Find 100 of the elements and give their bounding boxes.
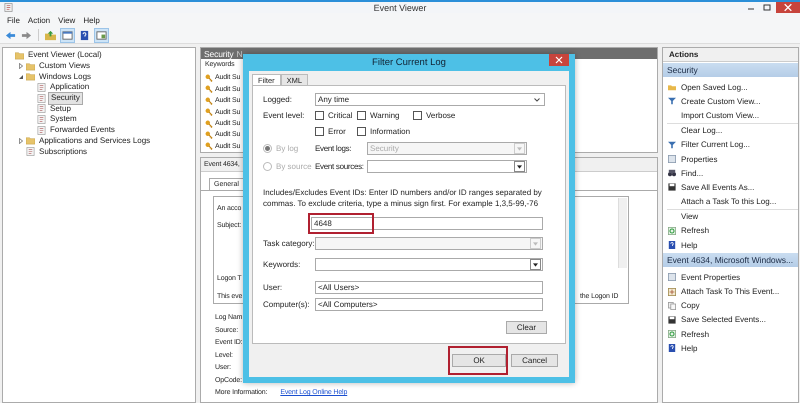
ok-button[interactable]: OK	[452, 354, 506, 367]
cancel-button[interactable]: Cancel	[511, 354, 558, 367]
clear-button[interactable]: Clear	[506, 321, 547, 334]
command-link[interactable]: Refresh	[681, 226, 710, 236]
chevron-icon	[534, 98, 540, 102]
command-link[interactable]: Refresh	[681, 330, 710, 339]
panel-icon[interactable]	[60, 28, 75, 42]
command-link[interactable]: Help	[681, 344, 698, 353]
folder-icon	[26, 136, 35, 146]
dropdown-arrow-icon	[517, 164, 522, 168]
user-field[interactable]: <All Users>	[315, 281, 543, 294]
tree-item[interactable]: Setup	[48, 104, 73, 114]
checkbox[interactable]: Verbose	[413, 111, 463, 120]
command-link[interactable]: View	[681, 212, 698, 222]
tree-item[interactable]: Applications and Services Logs	[37, 136, 152, 146]
command-link[interactable]: Clear Log...	[681, 126, 722, 136]
checkbox[interactable]: Information	[357, 127, 413, 136]
scrollbar[interactable]	[618, 198, 627, 268]
tree-item[interactable]: Forwarded Events	[48, 125, 117, 136]
command-link[interactable]: Import Custom View...	[681, 110, 760, 120]
command-link[interactable]: Filter Current Log...	[681, 140, 750, 150]
command-link[interactable]: Create Custom View...	[681, 96, 760, 106]
checkbox[interactable]: Critical	[315, 111, 357, 120]
help-icon[interactable]	[78, 28, 91, 42]
folder-icon	[668, 83, 676, 92]
field-label: Logged:	[263, 95, 293, 104]
field-label: Event sources:	[315, 162, 365, 171]
tree-item[interactable]: System	[48, 114, 79, 124]
help-icon	[668, 241, 676, 250]
section-header[interactable]: Security	[663, 63, 798, 77]
command-link[interactable]: Event Properties	[681, 272, 740, 282]
command-link[interactable]: Save All Events As...	[681, 182, 754, 192]
key-icon	[205, 74, 213, 82]
log-icon	[37, 114, 46, 124]
dropdown[interactable]	[315, 258, 543, 271]
checkbox[interactable]: Error	[315, 127, 357, 136]
event-id-field[interactable]: 4648	[311, 217, 543, 230]
tree-item[interactable]: Event Viewer (Local)	[26, 50, 104, 60]
dropdown-arrow-icon	[533, 242, 538, 246]
pane-header: Actions	[663, 48, 798, 62]
tree-item[interactable]: Security	[48, 92, 83, 105]
tree-item[interactable]: Application	[48, 82, 92, 92]
binoculars-icon	[668, 169, 676, 178]
properties-icon	[668, 273, 676, 282]
command-link[interactable]: Find...	[681, 168, 704, 178]
menu-item[interactable]: View	[58, 16, 76, 24]
expanded-arrow-icon[interactable]	[18, 74, 24, 80]
folder-up-icon[interactable]	[44, 28, 57, 42]
log-icon	[37, 104, 46, 114]
key-icon	[205, 108, 213, 116]
command-link[interactable]: Help	[681, 240, 698, 250]
pane-title: Security	[204, 48, 234, 59]
key-icon	[205, 96, 213, 105]
field-label: Event level:	[263, 111, 306, 120]
log-icon	[37, 82, 46, 92]
menu-item[interactable]: Help	[83, 16, 100, 24]
tree-item[interactable]: Subscriptions	[37, 146, 90, 157]
command-link[interactable]: Open Saved Log...	[681, 82, 748, 92]
filter-icon	[668, 140, 676, 149]
key-icon	[205, 85, 213, 94]
command-link[interactable]: Save Selected Events...	[681, 315, 766, 324]
section-header[interactable]: Event 4634, Microsoft Windows...	[663, 253, 798, 268]
instruction-text: Includes/Excludes Event IDs: Enter ID numbers and/or ID ranges separated by commas. To exclude criteria, type a minus sign first. For example 1,3,5-99,-76	[263, 187, 543, 209]
field-label: Task category:	[263, 239, 315, 248]
refresh-icon	[668, 226, 676, 235]
task-icon	[668, 288, 676, 296]
dropdown[interactable]: Any time	[315, 93, 545, 106]
log-icon	[37, 94, 46, 103]
log-icon	[26, 147, 35, 156]
checkbox[interactable]: Warning	[357, 111, 413, 120]
key-icon	[205, 130, 213, 139]
computer-field[interactable]: <All Computers>	[315, 298, 543, 311]
dialog-title: Filter Current Log	[372, 57, 446, 68]
tree-item[interactable]: Custom Views	[37, 61, 92, 72]
menu-item[interactable]: File	[7, 16, 20, 24]
command-link[interactable]: Copy	[681, 301, 700, 310]
command-link[interactable]: Properties	[681, 154, 718, 164]
field-label: Computer(s):	[263, 300, 311, 309]
command-link[interactable]: Attach Task To This Event...	[681, 287, 780, 296]
close-icon[interactable]	[549, 54, 569, 66]
dropdown-arrow-icon	[517, 146, 522, 150]
copy-icon	[668, 302, 676, 310]
field-label: Keywords:	[263, 260, 302, 269]
collapsed-arrow-icon[interactable]	[18, 138, 24, 144]
field-label: Event logs:	[315, 144, 352, 153]
collapsed-arrow-icon[interactable]	[18, 63, 24, 70]
tree-item[interactable]: Windows Logs	[37, 72, 94, 82]
menu-item[interactable]: Action	[28, 16, 50, 24]
window-title: Event Viewer	[374, 2, 426, 12]
dropdown-arrow-icon	[533, 262, 538, 266]
command-link[interactable]: Attach a Task To this Log...	[681, 197, 776, 206]
log-icon	[37, 126, 46, 135]
key-icon	[205, 120, 213, 128]
close-icon[interactable]	[776, 2, 800, 13]
properties-icon	[668, 155, 676, 164]
refresh-icon	[668, 330, 676, 338]
panel-icon[interactable]	[94, 28, 109, 42]
key-icon	[205, 142, 213, 150]
pane-title: N	[236, 48, 243, 59]
field-label: User:	[263, 283, 284, 292]
